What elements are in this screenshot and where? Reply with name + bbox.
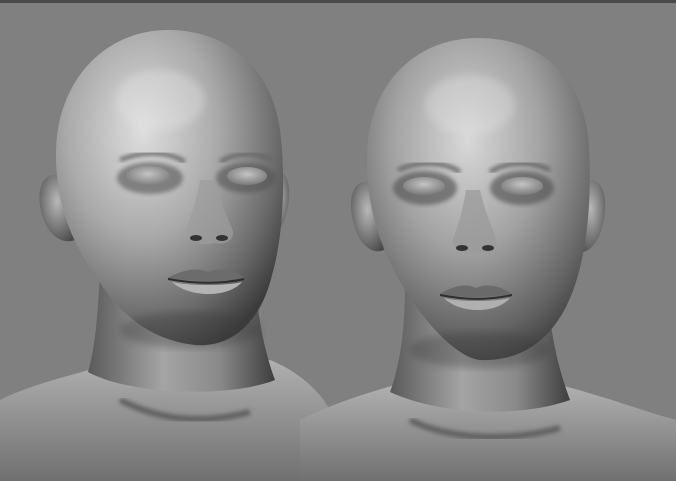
nostril-left [456,245,468,251]
nostril-right [482,245,494,251]
jaw-shadow [120,312,260,348]
forehead-highlight [115,70,205,130]
sculpt-viewport [0,0,676,481]
nostril-right [216,235,228,241]
jaw-shadow [410,332,550,368]
viewport-canvas [0,0,676,481]
eyeball-left [126,166,170,186]
forehead-highlight [425,75,515,135]
eyeball-right [227,167,267,185]
eyeball-left [403,177,445,195]
top-edge [0,0,676,3]
nostril-left [190,235,202,241]
eyeball-right [501,177,543,195]
